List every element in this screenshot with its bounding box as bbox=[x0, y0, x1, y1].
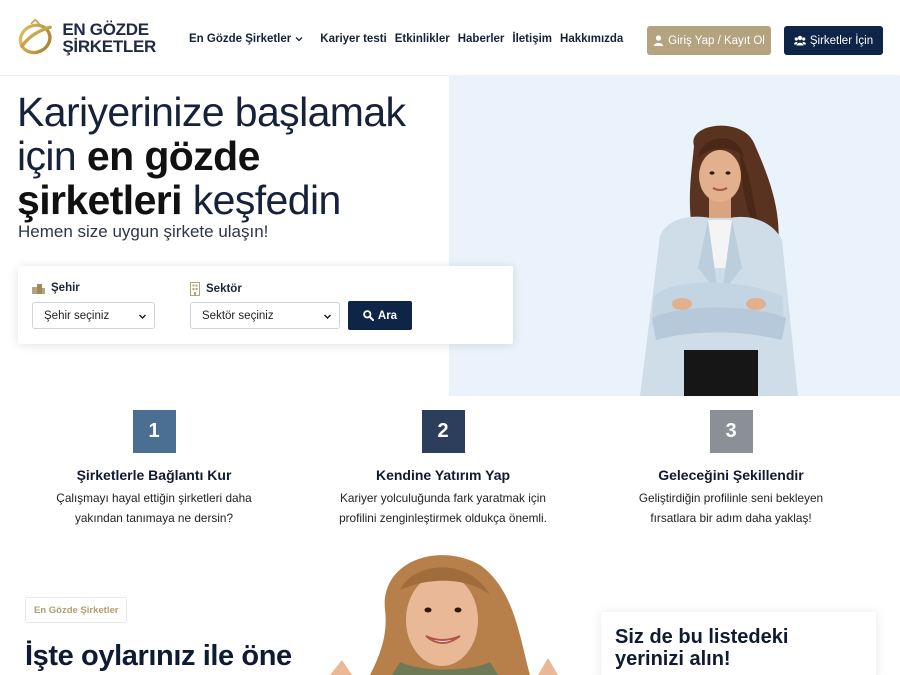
hero-woman-image bbox=[640, 125, 798, 396]
hero-title-line3-bold: şirketleri bbox=[17, 177, 183, 223]
city-select-value: Şehir seçiniz bbox=[44, 309, 110, 322]
step-description: Kariyer yolculuğunda fark yaratmak için … bbox=[303, 488, 583, 528]
search-button-label: Ara bbox=[377, 309, 398, 322]
sector-label: Sektör bbox=[206, 283, 242, 295]
step-description-line1: Geliştirdiğin profilinle seni bekleyen bbox=[638, 491, 824, 505]
site-logo[interactable]: EN GÖZDE ŞİRKETLER bbox=[16, 14, 156, 62]
city-icon bbox=[32, 283, 45, 294]
site-header: EN GÖZDE ŞİRKETLER En Gözde Şirketler Ka… bbox=[0, 0, 900, 76]
step-description: Çalışmayı hayal ettiğin şirketleri daha … bbox=[14, 488, 294, 528]
login-register-button[interactable]: Giriş Yap / Kayıt Ol bbox=[647, 26, 771, 55]
hero-title-line2-bold: en gözde bbox=[86, 133, 260, 179]
hero-title: Kariyerinize başlamak için en gözde şirk… bbox=[17, 90, 447, 222]
step-number-badge: 3 bbox=[709, 410, 753, 453]
nav-item-iletisim[interactable]: İletişim bbox=[512, 33, 552, 45]
sector-select[interactable]: Sektör seçiniz bbox=[190, 302, 340, 329]
sector-field-label: Sektör bbox=[190, 282, 242, 296]
cta-card[interactable]: Siz de bu listedeki yerinizi alın! bbox=[601, 612, 876, 675]
page: EN GÖZDE ŞİRKETLER En Gözde Şirketler Ka… bbox=[0, 0, 900, 675]
cta-title-line2: yerinizi alın! bbox=[615, 648, 731, 670]
chevron-down-icon bbox=[323, 314, 332, 320]
step-description-line2: profilini zenginleştirmek oldukça önemli… bbox=[339, 511, 547, 525]
nav-item-kariyer-testi[interactable]: Kariyer testi bbox=[320, 33, 386, 45]
hero-title-line1: Kariyerinize başlamak bbox=[17, 89, 406, 135]
step-number-badge: 1 bbox=[132, 410, 176, 453]
step-title: Kendine Yatırım Yap bbox=[375, 467, 511, 483]
cta-title-line1: Siz de bu listedeki bbox=[615, 626, 789, 648]
step-3: 3 Geleceğini Şekillendir Geliştirdiğin p… bbox=[591, 410, 871, 528]
building-icon bbox=[190, 282, 200, 296]
step-2: 2 Kendine Yatırım Yap Kariyer yolculuğun… bbox=[303, 410, 583, 528]
city-select[interactable]: Şehir seçiniz bbox=[32, 302, 155, 329]
nav-label: En Gözde Şirketler bbox=[189, 33, 292, 45]
main-nav: En Gözde Şirketler Kariyer testi Etkinli… bbox=[189, 33, 631, 45]
nav-item-etkinlikler[interactable]: Etkinlikler bbox=[395, 33, 450, 45]
for-companies-button[interactable]: Şirketler İçin bbox=[784, 26, 883, 55]
step-number-badge: 2 bbox=[421, 410, 465, 453]
smiling-woman-image bbox=[330, 555, 558, 675]
nav-item-hakkimizda[interactable]: Hakkımızda bbox=[560, 33, 623, 45]
nav-item-haberler[interactable]: Haberler bbox=[458, 33, 505, 45]
city-label: Şehir bbox=[51, 282, 80, 294]
hero-title-line3-light: keşfedin bbox=[181, 177, 342, 223]
step-title: Şirketlerle Bağlantı Kur bbox=[76, 467, 232, 483]
nav-item-en-gozde-sirketler[interactable]: En Gözde Şirketler bbox=[189, 33, 304, 45]
logo-line1: EN GÖZDE bbox=[62, 20, 149, 39]
users-icon bbox=[793, 35, 806, 46]
logo-emblem-icon bbox=[18, 18, 52, 55]
step-1: 1 Şirketlerle Bağlantı Kur Çalışmayı hay… bbox=[14, 410, 294, 528]
step-title: Geleceğini Şekillendir bbox=[658, 467, 804, 483]
login-register-label: Giriş Yap / Kayıt Ol bbox=[668, 34, 765, 47]
sector-select-value: Sektör seçiniz bbox=[202, 309, 274, 322]
logo-text: EN GÖZDE ŞİRKETLER bbox=[62, 21, 156, 55]
chevron-down-icon bbox=[138, 314, 147, 320]
chevron-down-icon bbox=[295, 37, 303, 42]
step-description-line2: fırsatlara bir adım daha yaklaş! bbox=[650, 511, 812, 525]
search-icon bbox=[363, 310, 374, 321]
section-tag: En Gözde Şirketler bbox=[25, 597, 128, 623]
step-description: Geliştirdiğin profilinle seni bekleyen f… bbox=[591, 488, 871, 528]
hero-title-line2-light: için bbox=[17, 133, 87, 179]
company-search-form: Şehir Şehir seçiniz Sektör Sektör seçini… bbox=[18, 266, 513, 344]
step-description-line1: Çalışmayı hayal ettiğin şirketleri daha bbox=[56, 491, 252, 505]
user-icon bbox=[653, 35, 664, 46]
section-title: İşte oylarınız ile öne bbox=[25, 640, 292, 672]
step-description-line1: Kariyer yolculuğunda fark yaratmak için bbox=[340, 491, 546, 505]
for-companies-label: Şirketler İçin bbox=[809, 34, 874, 47]
search-button[interactable]: Ara bbox=[348, 301, 412, 330]
city-field-label: Şehir bbox=[32, 282, 80, 294]
hero-subtitle: Hemen size uygun şirkete ulaşın! bbox=[18, 222, 269, 241]
cta-title: Siz de bu listedeki yerinizi alın! bbox=[615, 626, 815, 670]
logo-line2: ŞİRKETLER bbox=[62, 37, 156, 56]
step-description-line2: yakından tanımaya ne dersin? bbox=[74, 511, 234, 525]
